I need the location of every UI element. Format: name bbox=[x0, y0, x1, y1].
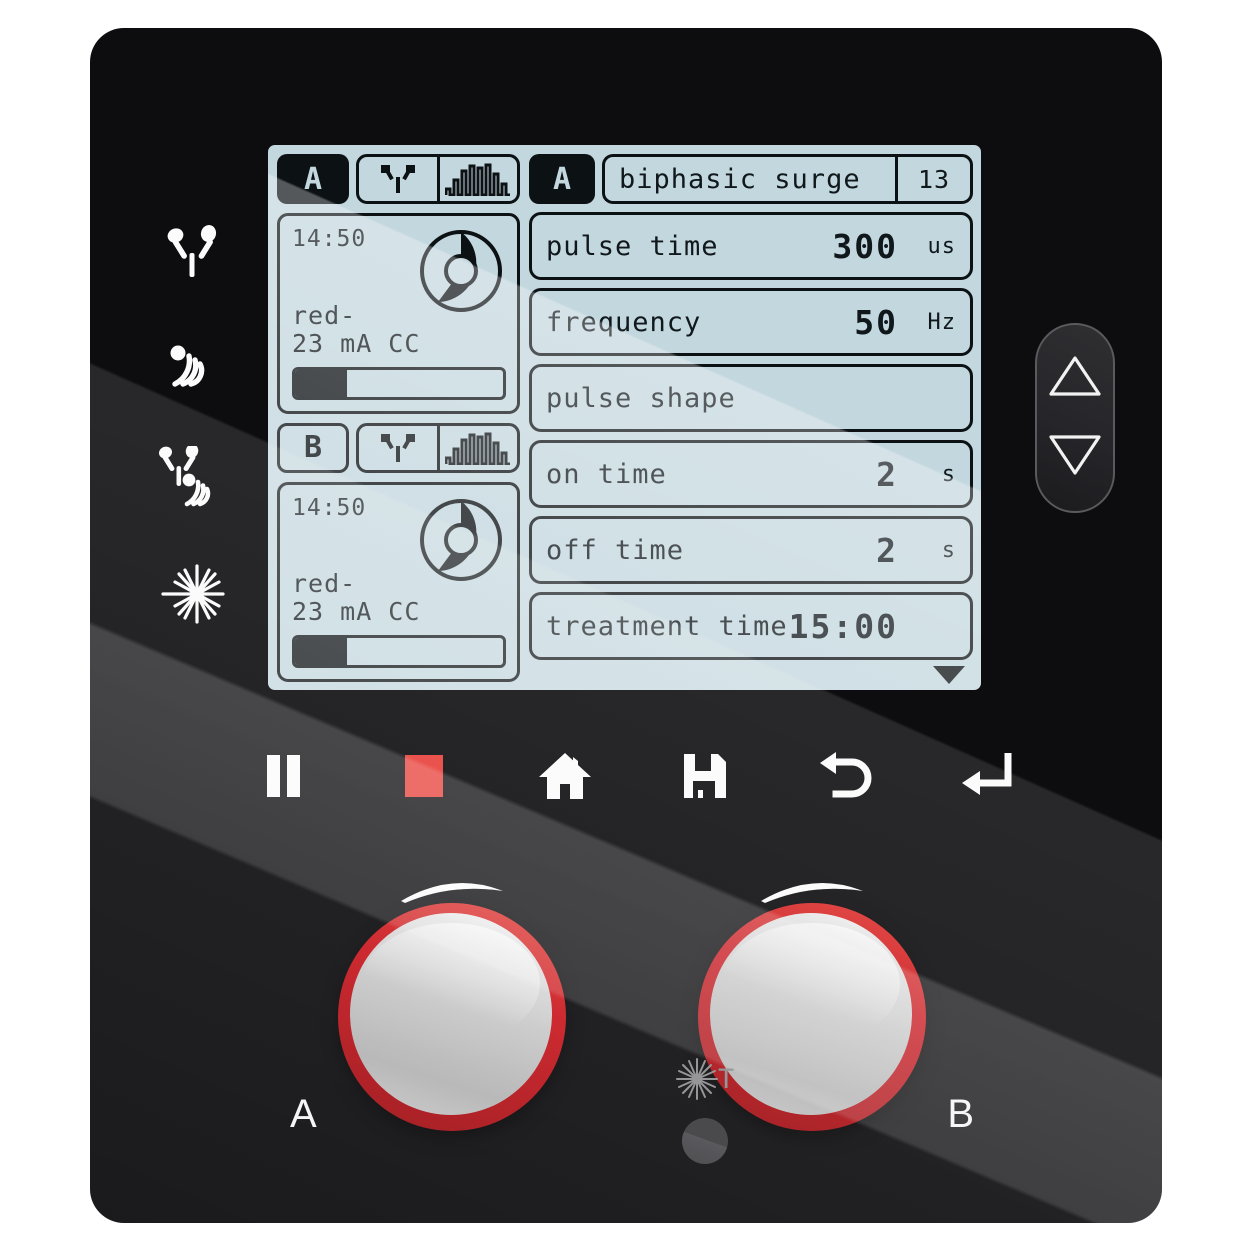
channel-b-donut-gauge bbox=[418, 497, 504, 588]
combination-therapy-icon bbox=[158, 446, 228, 514]
param-row-on-time[interactable]: on time 2 s bbox=[529, 440, 973, 508]
pause-button[interactable] bbox=[240, 745, 326, 811]
pause-icon bbox=[261, 753, 305, 804]
home-button[interactable] bbox=[522, 745, 608, 811]
laser-starburst-icon bbox=[674, 1058, 720, 1106]
knob-a-label: A bbox=[290, 1092, 317, 1136]
param-label: frequency bbox=[546, 306, 702, 338]
param-label: treatment time bbox=[546, 610, 788, 642]
param-row-off-time[interactable]: off time 2 s bbox=[529, 516, 973, 584]
param-label: off time bbox=[546, 534, 685, 566]
laser-indicator-label: T bbox=[718, 1064, 735, 1095]
channel-a-donut-gauge bbox=[418, 228, 504, 319]
stop-button[interactable] bbox=[381, 745, 467, 811]
undo-arrow-icon bbox=[818, 751, 874, 805]
param-row-pulse-shape[interactable]: pulse shape bbox=[529, 364, 973, 432]
channel-b-intensity-bar[interactable] bbox=[292, 635, 506, 668]
sidebar-item-electrotherapy[interactable] bbox=[151, 213, 235, 291]
chevron-up-icon[interactable] bbox=[1048, 354, 1102, 403]
laser-starburst-icon bbox=[161, 562, 225, 626]
value-rocker[interactable] bbox=[1035, 323, 1115, 513]
back-button[interactable] bbox=[803, 745, 889, 811]
program-channel-badge[interactable]: A bbox=[529, 154, 595, 204]
sidebar-item-combination-therapy[interactable] bbox=[151, 441, 235, 519]
channel-a-icons[interactable] bbox=[356, 154, 520, 204]
electrode-y-icon bbox=[359, 426, 437, 470]
parameter-column: A biphasic surge 13 pulse time 300 us fr… bbox=[529, 154, 973, 684]
channel-a-header: A bbox=[277, 154, 520, 204]
channel-b-badge[interactable]: B bbox=[277, 422, 349, 473]
ultrasound-waves-icon bbox=[162, 335, 224, 397]
stop-square-icon bbox=[402, 753, 446, 804]
channel-b-dose-line2: 23 mA CC bbox=[292, 597, 421, 626]
program-number[interactable]: 13 bbox=[895, 154, 973, 204]
home-icon bbox=[537, 751, 593, 806]
channel-column: A 14:50 red- 23 mA CC B 14:50 red- 23 mA… bbox=[277, 154, 520, 682]
electrode-y-icon bbox=[359, 157, 437, 201]
enter-return-icon bbox=[960, 751, 1014, 804]
save-button[interactable] bbox=[662, 745, 748, 811]
param-row-frequency[interactable]: frequency 50 Hz bbox=[529, 288, 973, 356]
channel-a-body: 14:50 red- 23 mA CC bbox=[277, 213, 520, 414]
param-unit: s bbox=[941, 461, 956, 487]
param-value: 300 bbox=[832, 226, 898, 266]
knob-b-label: B bbox=[947, 1092, 974, 1136]
channel-a-badge[interactable]: A bbox=[277, 154, 349, 204]
param-unit: Hz bbox=[927, 309, 956, 335]
param-value: 15:00 bbox=[788, 606, 898, 646]
param-value: 50 bbox=[854, 302, 898, 342]
param-label: on time bbox=[546, 458, 667, 490]
lcd-display: A 14:50 red- 23 mA CC B 14:50 red- 23 mA… bbox=[268, 145, 981, 690]
param-unit: us bbox=[927, 233, 956, 259]
channel-b-icons[interactable] bbox=[356, 422, 520, 473]
intensity-knob-a[interactable]: A bbox=[290, 883, 566, 1136]
channel-a-dose-line2: 23 mA CC bbox=[292, 328, 421, 358]
scroll-down-arrow-icon[interactable] bbox=[933, 666, 965, 684]
param-value: 2 bbox=[876, 530, 898, 570]
laser-led-indicator bbox=[682, 1118, 728, 1164]
burst-surge-waveform-icon bbox=[436, 157, 518, 201]
channel-b-header: B bbox=[277, 422, 520, 473]
param-label: pulse shape bbox=[546, 382, 736, 414]
modality-rail bbox=[138, 213, 248, 633]
transport-button-row bbox=[240, 743, 1030, 813]
sidebar-item-laser[interactable] bbox=[151, 555, 235, 633]
knob-a-cap[interactable] bbox=[350, 913, 552, 1115]
param-row-pulse-time[interactable]: pulse time 300 us bbox=[529, 212, 973, 280]
enter-button[interactable] bbox=[944, 745, 1030, 811]
program-name[interactable]: biphasic surge bbox=[602, 154, 895, 204]
burst-surge-waveform-icon bbox=[436, 425, 518, 470]
param-label: pulse time bbox=[546, 230, 719, 262]
chevron-down-icon[interactable] bbox=[1048, 433, 1102, 482]
param-unit: s bbox=[941, 537, 956, 563]
sidebar-item-ultrasound[interactable] bbox=[151, 327, 235, 405]
program-header: A biphasic surge 13 bbox=[529, 154, 973, 204]
param-value: 2 bbox=[876, 454, 898, 494]
param-row-treatment-time[interactable]: treatment time 15:00 bbox=[529, 592, 973, 660]
device-faceplate: A 14:50 red- 23 mA CC B 14:50 red- 23 mA… bbox=[90, 28, 1162, 1223]
laser-status-indicator: T bbox=[674, 1056, 764, 1166]
channel-a-intensity-bar[interactable] bbox=[292, 366, 506, 400]
electrode-y-icon bbox=[162, 221, 224, 283]
floppy-disk-icon bbox=[682, 752, 728, 805]
channel-b-body: 14:50 red- 23 mA CC bbox=[277, 481, 520, 682]
